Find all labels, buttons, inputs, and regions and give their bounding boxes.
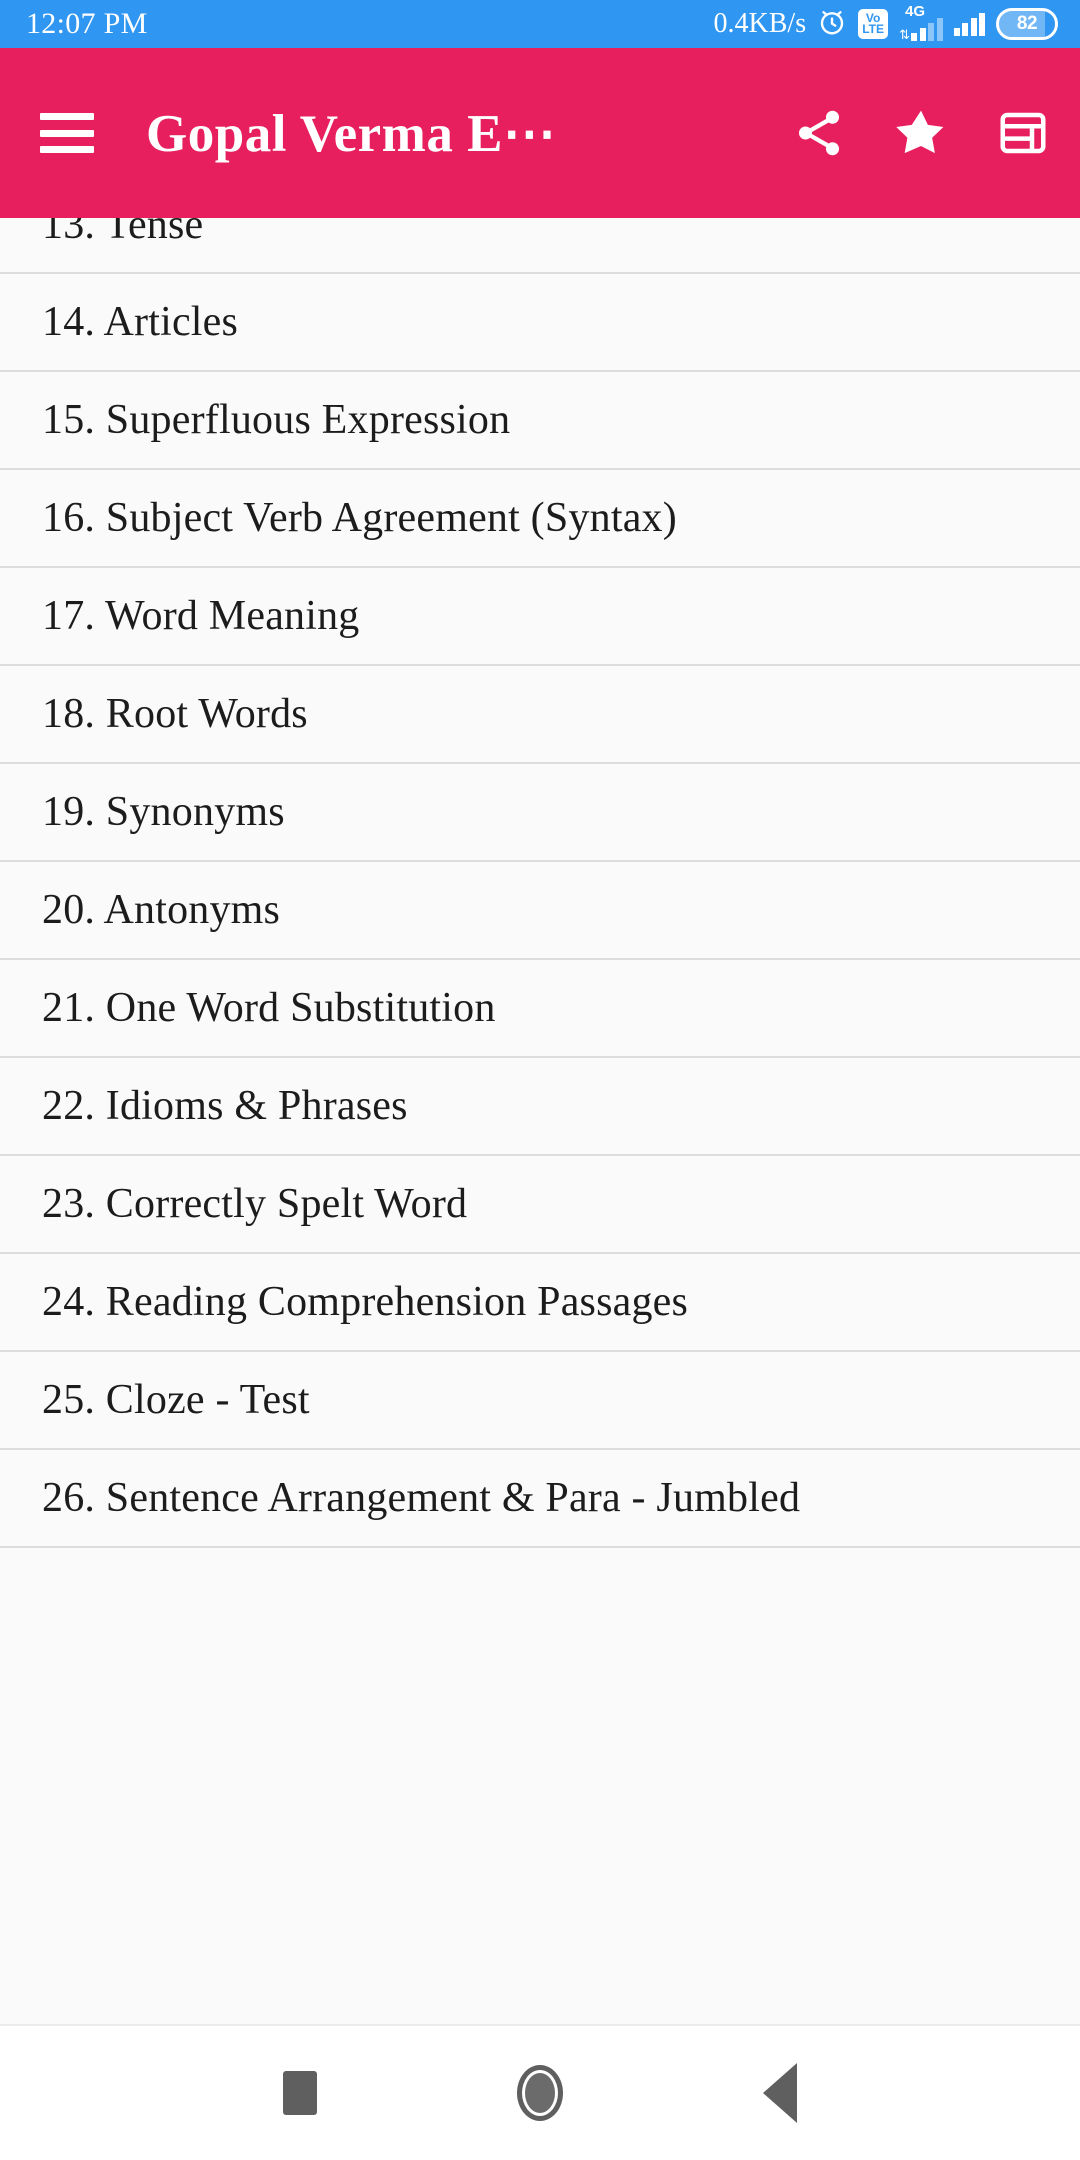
app-bar: Gopal Verma E⋯ <box>0 48 1080 218</box>
network-speed-label: 0.4KB/s <box>713 8 807 39</box>
list-item[interactable]: 15. Superfluous Expression <box>0 372 1080 470</box>
star-icon[interactable] <box>892 104 950 162</box>
battery-icon: 82 <box>996 8 1058 40</box>
data-transfer-icon: ⇅ <box>899 27 910 42</box>
list-item[interactable]: 19. Synonyms <box>0 764 1080 862</box>
signal-bars-sim1 <box>911 17 943 41</box>
layout-view-icon[interactable] <box>994 104 1052 162</box>
topic-list: 13. Tense 14. Articles 15. Superfluous E… <box>0 218 1080 1548</box>
signal-strength-sim2-icon <box>953 12 985 36</box>
status-indicators: 0.4KB/s Vo LTE 4G ⇅ 82 <box>713 3 1058 42</box>
list-item[interactable]: 24. Reading Comprehension Passages <box>0 1254 1080 1352</box>
alarm-clock-icon <box>817 7 847 42</box>
list-item-label: 14. Articles <box>42 299 239 345</box>
list-item-label: 19. Synonyms <box>42 789 285 835</box>
list-item[interactable]: 26. Sentence Arrangement & Para - Jumble… <box>0 1450 1080 1548</box>
list-item[interactable]: 16. Subject Verb Agreement (Syntax) <box>0 470 1080 568</box>
list-item[interactable]: 17. Word Meaning <box>0 568 1080 666</box>
list-item[interactable]: 18. Root Words <box>0 666 1080 764</box>
list-item-label: 26. Sentence Arrangement & Para - Jumble… <box>42 1475 801 1521</box>
list-item-label: 23. Correctly Spelt Word <box>42 1181 468 1227</box>
list-item-label: 17. Word Meaning <box>42 593 360 639</box>
list-item[interactable]: 20. Antonyms <box>0 862 1080 960</box>
network-type-label: 4G <box>905 3 926 20</box>
status-clock: 12:07 PM <box>26 7 148 40</box>
page-title: Gopal Verma E⋯ <box>146 104 557 163</box>
battery-level-label: 82 <box>1016 13 1038 34</box>
list-item[interactable]: 23. Correctly Spelt Word <box>0 1156 1080 1254</box>
list-item[interactable]: 13. Tense <box>0 218 1080 274</box>
recents-square-icon[interactable] <box>255 2048 345 2138</box>
share-icon[interactable] <box>790 104 848 162</box>
back-triangle-icon[interactable] <box>735 2048 825 2138</box>
list-item-label: 21. One Word Substitution <box>42 985 496 1031</box>
list-item-label: 15. Superfluous Expression <box>42 397 511 443</box>
status-bar: 12:07 PM 0.4KB/s Vo LTE 4G ⇅ 82 <box>0 0 1080 48</box>
list-item[interactable]: 22. Idioms & Phrases <box>0 1058 1080 1156</box>
list-item[interactable]: 14. Articles <box>0 274 1080 372</box>
list-item[interactable]: 21. One Word Substitution <box>0 960 1080 1058</box>
list-item-label: 16. Subject Verb Agreement (Syntax) <box>42 495 677 541</box>
list-item[interactable]: 25. Cloze - Test <box>0 1352 1080 1450</box>
volte-bottom-text: LTE <box>862 22 884 36</box>
signal-strength-sim1-icon: 4G ⇅ <box>899 3 943 42</box>
topic-list-container[interactable]: 13. Tense 14. Articles 15. Superfluous E… <box>0 218 1080 2024</box>
hamburger-menu-icon[interactable] <box>40 113 94 153</box>
list-item-label: 25. Cloze - Test <box>42 1377 310 1423</box>
list-item-label: 24. Reading Comprehension Passages <box>42 1279 689 1325</box>
android-navigation-bar <box>0 2024 1080 2160</box>
list-item-label: 20. Antonyms <box>42 887 281 933</box>
home-circle-icon[interactable] <box>495 2048 585 2138</box>
list-item-label: 22. Idioms & Phrases <box>42 1083 408 1129</box>
app-bar-actions <box>790 104 1052 162</box>
volte-icon: Vo LTE <box>858 9 889 39</box>
list-item-label: 13. Tense <box>42 218 204 248</box>
list-item-label: 18. Root Words <box>42 691 308 737</box>
